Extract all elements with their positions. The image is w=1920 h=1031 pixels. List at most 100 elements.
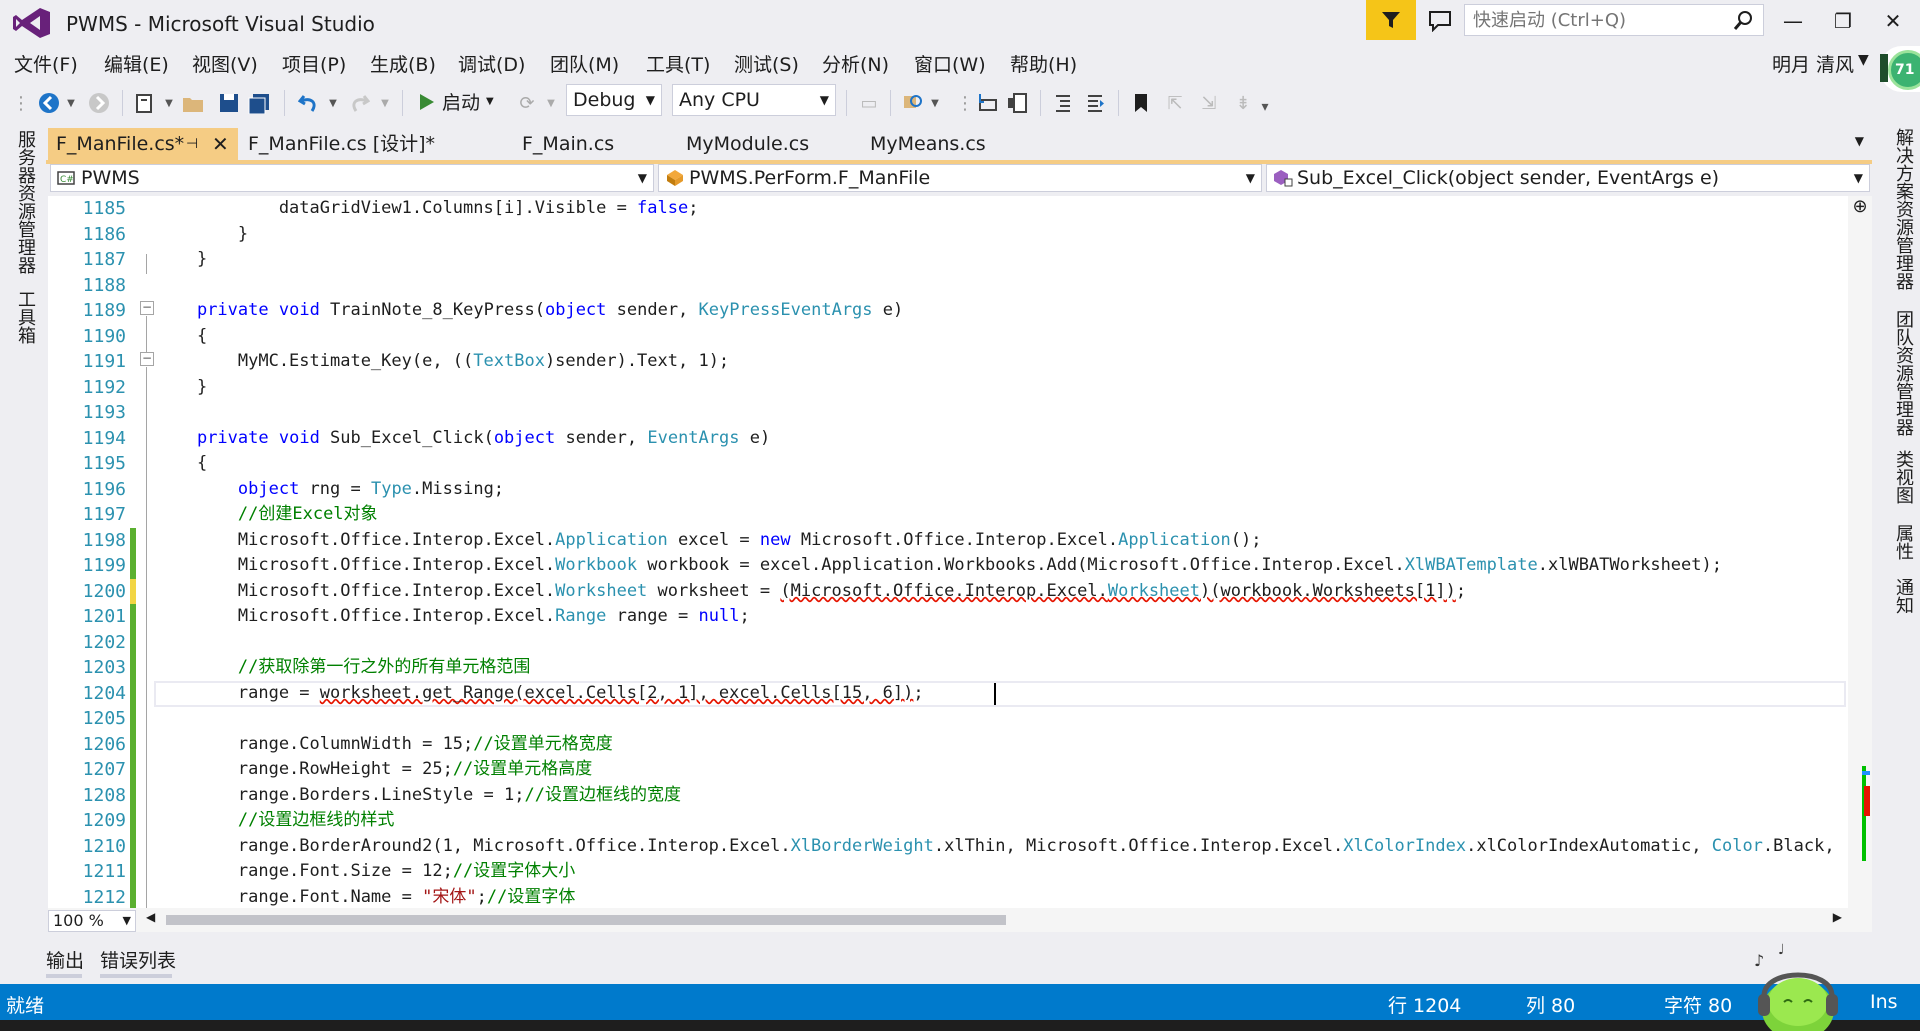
chevron-down-icon[interactable]: ▼ xyxy=(378,88,392,118)
close-window-button[interactable]: ✕ xyxy=(1870,6,1916,36)
tab-mymodule-cs[interactable]: MyModule.cs xyxy=(640,128,820,160)
chevron-down-icon[interactable]: ▼ xyxy=(326,88,340,118)
menu-debug[interactable]: 调试(D) xyxy=(458,50,525,77)
tab-underline xyxy=(100,974,172,978)
undo-icon[interactable] xyxy=(296,88,322,118)
bottom-tool-tabs: 输出 错误列表 xyxy=(46,940,1872,984)
code-editor[interactable]: 1185 1186 1187 1188 1189 1190 1191 1192 1193 1194… xyxy=(48,196,1872,908)
split-window-icon[interactable]: ⊕ xyxy=(1850,196,1870,218)
toolbar-separator xyxy=(846,90,847,116)
tab-f-manfile-cs[interactable]: F_ManFile.cs* ⊣ ✕ xyxy=(48,128,238,160)
horizontal-scroll-thumb[interactable] xyxy=(166,915,1006,925)
document-outline-icon[interactable] xyxy=(1004,88,1030,118)
project-value: PWMS xyxy=(81,167,140,189)
start-label: 启动 xyxy=(442,92,481,114)
tab-mymeans-cs[interactable]: MyMeans.cs xyxy=(822,128,1002,160)
menu-file[interactable]: 文件(F) xyxy=(14,50,78,77)
chevron-down-icon[interactable]: ▼ xyxy=(544,88,558,118)
collapse-icon[interactable]: − xyxy=(140,352,154,366)
minimize-button[interactable]: — xyxy=(1770,6,1816,36)
notifications-tab[interactable]: 通知 xyxy=(1890,578,1916,614)
code-line: range.Font.Size = 12;//设置字体大小 xyxy=(156,861,576,881)
quick-launch-box[interactable] xyxy=(1464,4,1764,36)
error-list-tab[interactable]: 错误列表 xyxy=(100,946,176,973)
play-icon xyxy=(420,93,434,110)
tab-label: MyModule.cs xyxy=(686,133,810,155)
server-explorer-tab[interactable]: 服务器资源管理器 xyxy=(12,130,38,274)
next-bookmark-icon[interactable]: ⇲ xyxy=(1196,88,1222,118)
class-view-tab[interactable]: 类视图 xyxy=(1890,450,1916,504)
visual-studio-logo-icon xyxy=(12,6,52,40)
outdent-icon[interactable] xyxy=(1050,88,1076,118)
menu-team[interactable]: 团队(M) xyxy=(550,50,619,77)
open-file-icon[interactable] xyxy=(180,88,206,118)
document-tab-strip: F_ManFile.cs* ⊣ ✕ F_ManFile.cs [设计]* F_M… xyxy=(46,128,1872,160)
line-number: 1212 xyxy=(82,886,126,908)
chevron-down-icon[interactable]: ▼ xyxy=(928,88,942,118)
quick-launch-input[interactable] xyxy=(1465,5,1721,35)
new-project-icon[interactable] xyxy=(132,88,158,118)
pin-icon[interactable]: ⊣ xyxy=(186,128,198,160)
save-all-icon[interactable] xyxy=(246,88,272,118)
solution-explorer-tab[interactable]: 解决方案资源管理器 xyxy=(1890,128,1916,290)
clear-bookmarks-icon[interactable]: ⇟ xyxy=(1230,88,1256,118)
restart-icon[interactable]: ⟳ xyxy=(514,88,540,118)
text-caret xyxy=(994,682,996,705)
toolbar-grip-icon: ⋮ xyxy=(956,92,974,114)
scroll-left-icon[interactable]: ◀ xyxy=(146,910,155,924)
code-text-area[interactable]: dataGridView1.Columns[i].Visible = false… xyxy=(156,196,1848,908)
change-marker xyxy=(130,655,136,681)
navigate-forward-icon[interactable] xyxy=(86,88,112,118)
menu-test[interactable]: 测试(S) xyxy=(734,50,799,77)
chevron-down-icon[interactable]: ▼ xyxy=(64,88,78,118)
line-number: 1208 xyxy=(82,784,126,806)
toolbox-tab[interactable]: 工具箱 xyxy=(12,290,38,344)
chevron-down-icon[interactable]: ▼ xyxy=(1858,52,1869,68)
project-dropdown[interactable]: C# PWMS ▼ xyxy=(50,164,654,192)
chevron-down-icon: ▼ xyxy=(637,171,647,185)
line-number: 1210 xyxy=(82,835,126,857)
navigate-up-icon[interactable] xyxy=(974,88,1000,118)
solution-configuration-select[interactable]: Debug ▼ xyxy=(566,84,662,116)
properties-tab[interactable]: 属性 xyxy=(1890,524,1916,560)
find-in-files-icon[interactable] xyxy=(900,88,926,118)
zoom-select[interactable]: 100 % ▼ xyxy=(48,910,136,932)
toolbar-overflow-icon[interactable]: ▾ xyxy=(1258,92,1272,122)
save-icon[interactable] xyxy=(216,88,242,118)
menu-tools[interactable]: 工具(T) xyxy=(646,50,710,77)
restore-button[interactable]: ❐ xyxy=(1820,6,1866,36)
change-marker xyxy=(130,782,136,808)
redo-icon[interactable] xyxy=(346,88,372,118)
close-icon[interactable]: ✕ xyxy=(212,128,229,160)
scroll-right-icon[interactable]: ▶ xyxy=(1833,910,1842,924)
chevron-down-icon[interactable]: ▼ xyxy=(1855,134,1864,148)
vertical-scrollbar[interactable]: ⊕ xyxy=(1848,196,1872,908)
notification-flag-icon[interactable] xyxy=(1366,0,1416,40)
menu-project[interactable]: 项目(P) xyxy=(282,50,346,77)
previous-bookmark-icon[interactable]: ⇱ xyxy=(1162,88,1188,118)
solution-platform-select[interactable]: Any CPU ▼ xyxy=(672,84,836,116)
collapse-icon[interactable]: − xyxy=(140,301,154,315)
feedback-icon[interactable] xyxy=(1422,6,1458,36)
bookmark-icon[interactable] xyxy=(1128,88,1154,118)
navigate-back-icon[interactable] xyxy=(36,88,62,118)
user-account-name[interactable]: 明月 清风 xyxy=(1772,50,1854,77)
menu-help[interactable]: 帮助(H) xyxy=(1010,50,1077,77)
menu-view[interactable]: 视图(V) xyxy=(192,50,258,77)
attach-icon[interactable]: ▭ xyxy=(856,88,882,118)
member-dropdown[interactable]: Sub_Excel_Click(object sender, EventArgs… xyxy=(1266,164,1870,192)
menu-analyze[interactable]: 分析(N) xyxy=(822,50,889,77)
team-explorer-tab[interactable]: 团队资源管理器 xyxy=(1890,310,1916,436)
line-number: 1204 xyxy=(82,682,126,704)
tab-f-manfile-designer[interactable]: F_ManFile.cs [设计]* xyxy=(240,128,476,160)
menu-window[interactable]: 窗口(W) xyxy=(914,50,986,77)
start-debugging-button[interactable]: 启动 ▼ xyxy=(418,88,494,115)
change-marker xyxy=(130,680,136,706)
menu-build[interactable]: 生成(B) xyxy=(370,50,436,77)
menu-edit[interactable]: 编辑(E) xyxy=(104,50,169,77)
type-dropdown[interactable]: PWMS.PerForm.F_ManFile ▼ xyxy=(658,164,1262,192)
output-tab[interactable]: 输出 xyxy=(46,946,84,973)
indent-icon[interactable] xyxy=(1082,88,1108,118)
tab-f-main-cs[interactable]: F_Main.cs xyxy=(478,128,638,160)
chevron-down-icon[interactable]: ▼ xyxy=(162,88,176,118)
